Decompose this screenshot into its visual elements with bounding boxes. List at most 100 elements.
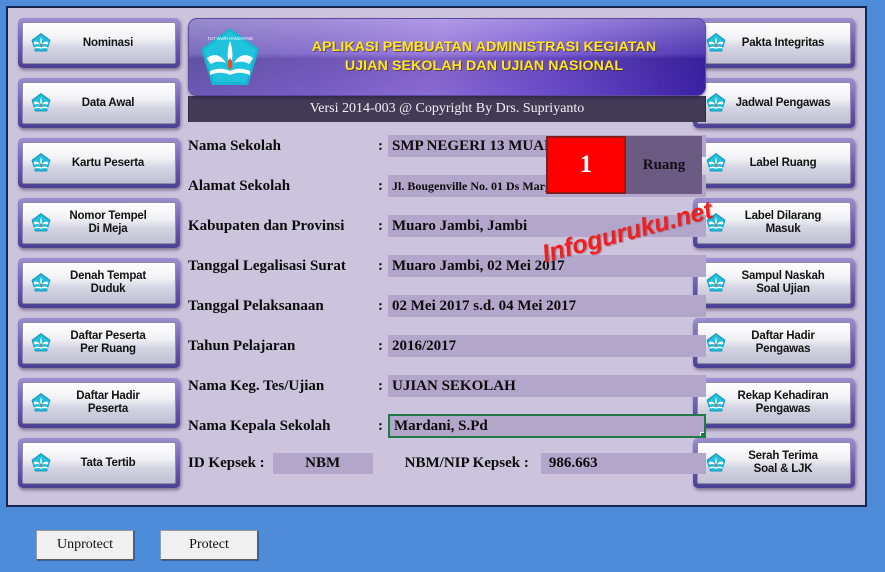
- form-row-value[interactable]: 02 Mei 2017 s.d. 04 Mei 2017: [388, 295, 706, 317]
- menu-button-face[interactable]: Nominasi: [22, 22, 176, 64]
- menu-button-left-3[interactable]: Nomor Tempel Di Meja: [18, 198, 180, 248]
- kepsek-id-row: ID Kepsek : NBM NBM/NIP Kepsek : 986.663: [188, 446, 706, 480]
- menu-button-left-5[interactable]: Daftar Peserta Per Ruang: [18, 318, 180, 368]
- form-row: Tanggal Pelaksanaan:02 Mei 2017 s.d. 04 …: [188, 286, 706, 326]
- tut-wuri-handayani-logo-icon: [30, 392, 52, 414]
- form-row: Tahun Pelajaran:2016/2017: [188, 326, 706, 366]
- school-info-form: Nama Sekolah: SMP NEGERI 13 MUARO JAMBI Al…: [188, 126, 706, 480]
- form-row-label: Tahun Pelajaran: [188, 337, 296, 354]
- app-banner: TUT WURI HANDAYANI APLIKASI PEMBUATAN AD…: [188, 18, 706, 96]
- menu-button-right-6[interactable]: Rekap Kehadiran Pengawas: [693, 378, 855, 428]
- menu-button-face[interactable]: Daftar Hadir Peserta: [22, 382, 176, 424]
- form-row-colon: :: [378, 217, 383, 234]
- tut-wuri-handayani-logo-icon: [705, 332, 727, 354]
- menu-button-face[interactable]: Label Dilarang Masuk: [697, 202, 851, 244]
- menu-button-face[interactable]: Daftar Peserta Per Ruang: [22, 322, 176, 364]
- menu-button-face[interactable]: Denah Tempat Duduk: [22, 262, 176, 304]
- menu-button-face[interactable]: Pakta Integritas: [697, 22, 851, 64]
- nbm-nip-kepsek-value[interactable]: 986.663: [540, 452, 706, 474]
- tut-wuri-handayani-logo-icon: TUT WURI HANDAYANI: [197, 25, 263, 91]
- id-kepsek-label: ID Kepsek :: [188, 454, 265, 471]
- protect-button[interactable]: Protect: [160, 530, 258, 560]
- form-row-value[interactable]: UJIAN SEKOLAH: [388, 375, 706, 397]
- menu-button-left-6[interactable]: Daftar Hadir Peserta: [18, 378, 180, 428]
- tut-wuri-handayani-logo-icon: [30, 452, 52, 474]
- menu-button-left-2[interactable]: Kartu Peserta: [18, 138, 180, 188]
- form-row-label: Tanggal Legalisasi Surat: [188, 257, 346, 274]
- form-row-value[interactable]: Muaro Jambi, Jambi: [388, 215, 706, 237]
- form-row-label: Nama Keg. Tes/Ujian: [188, 377, 325, 394]
- form-row-colon: :: [378, 177, 383, 194]
- menu-button-right-3[interactable]: Label Dilarang Masuk: [693, 198, 855, 248]
- tut-wuri-handayani-logo-icon: [30, 92, 52, 114]
- menu-button-label: Pakta Integritas: [741, 36, 825, 49]
- tut-wuri-handayani-logo-icon: [30, 332, 52, 354]
- menu-button-face[interactable]: Nomor Tempel Di Meja: [22, 202, 176, 244]
- tut-wuri-handayani-logo-icon: [705, 392, 727, 414]
- room-count-group: 1 Ruang: [546, 136, 702, 194]
- menu-button-label: Tata Tertib: [80, 456, 136, 469]
- form-row: Kabupaten dan Provinsi: Muaro Jambi, Jamb…: [188, 206, 706, 246]
- unprotect-button[interactable]: Unprotect: [36, 530, 134, 560]
- menu-button-label: Daftar Hadir Peserta: [76, 390, 140, 415]
- form-row-colon: :: [378, 297, 383, 314]
- tut-wuri-handayani-logo-icon: [705, 212, 727, 234]
- menu-button-label: Label Ruang: [749, 156, 817, 169]
- room-count-box[interactable]: 1: [546, 136, 626, 194]
- menu-button-face[interactable]: Daftar Hadir Pengawas: [697, 322, 851, 364]
- tut-wuri-handayani-logo-icon: [705, 272, 727, 294]
- right-menu-column: Pakta Integritas Jadwal Pengawas Label Rua…: [693, 18, 855, 498]
- menu-button-right-4[interactable]: Sampul Naskah Soal Ujian: [693, 258, 855, 308]
- menu-button-label: Sampul Naskah Soal Ujian: [741, 270, 825, 295]
- menu-button-face[interactable]: Kartu Peserta: [22, 142, 176, 184]
- svg-text:TUT WURI HANDAYANI: TUT WURI HANDAYANI: [207, 36, 252, 41]
- menu-button-face[interactable]: Tata Tertib: [22, 442, 176, 484]
- form-row: Nama Keg. Tes/Ujian: UJIAN SEKOLAH: [188, 366, 706, 406]
- menu-button-left-1[interactable]: Data Awal: [18, 78, 180, 128]
- version-bar: Versi 2014-003 @ Copyright By Drs. Supri…: [188, 96, 706, 122]
- menu-button-right-2[interactable]: Label Ruang: [693, 138, 855, 188]
- menu-button-label: Data Awal: [81, 96, 135, 109]
- menu-button-face[interactable]: Serah Terima Soal & LJK: [697, 442, 851, 484]
- form-row-colon: :: [378, 257, 383, 274]
- form-row-value-selected[interactable]: Mardani, S.Pd: [388, 414, 706, 438]
- menu-button-label: Kartu Peserta: [71, 156, 145, 169]
- app-title: APLIKASI PEMBUATAN ADMINISTRASI KEGIATAN…: [311, 39, 657, 74]
- menu-button-face[interactable]: Rekap Kehadiran Pengawas: [697, 382, 851, 424]
- menu-button-right-5[interactable]: Daftar Hadir Pengawas: [693, 318, 855, 368]
- application-window: Nominasi Data Awal Kartu Peserta Nomor Temp…: [0, 0, 885, 572]
- form-row-label: Nama Kepala Sekolah: [188, 417, 331, 434]
- menu-button-label: Label Dilarang Masuk: [744, 210, 822, 235]
- selection-fill-handle[interactable]: [700, 432, 704, 436]
- tut-wuri-handayani-logo-icon: [705, 152, 727, 174]
- menu-button-left-0[interactable]: Nominasi: [18, 18, 180, 68]
- form-row-label: Alamat Sekolah: [188, 177, 291, 194]
- footer-buttons: Unprotect Protect: [36, 530, 258, 560]
- menu-button-face[interactable]: Data Awal: [22, 82, 176, 124]
- menu-button-face[interactable]: Label Ruang: [697, 142, 851, 184]
- form-row-value[interactable]: 2016/2017: [388, 335, 706, 357]
- menu-button-label: Jadwal Pengawas: [735, 96, 831, 109]
- menu-button-face[interactable]: Jadwal Pengawas: [697, 82, 851, 124]
- menu-button-right-7[interactable]: Serah Terima Soal & LJK: [693, 438, 855, 488]
- tut-wuri-handayani-logo-icon: [30, 32, 52, 54]
- form-row-colon: :: [378, 337, 383, 354]
- menu-button-left-7[interactable]: Tata Tertib: [18, 438, 180, 488]
- id-kepsek-value[interactable]: NBM: [272, 452, 373, 474]
- menu-button-label: Nominasi: [82, 36, 134, 49]
- menu-button-right-1[interactable]: Jadwal Pengawas: [693, 78, 855, 128]
- form-row-colon: :: [378, 417, 383, 434]
- form-row-label: Kabupaten dan Provinsi: [188, 217, 345, 234]
- left-menu-column: Nominasi Data Awal Kartu Peserta Nomor Temp…: [18, 18, 180, 498]
- tut-wuri-handayani-logo-icon: [705, 452, 727, 474]
- tut-wuri-handayani-logo-icon: [705, 32, 727, 54]
- menu-button-label: Daftar Hadir Pengawas: [751, 330, 815, 355]
- menu-button-right-0[interactable]: Pakta Integritas: [693, 18, 855, 68]
- menu-button-left-4[interactable]: Denah Tempat Duduk: [18, 258, 180, 308]
- menu-button-face[interactable]: Sampul Naskah Soal Ujian: [697, 262, 851, 304]
- tut-wuri-handayani-logo-icon: [30, 272, 52, 294]
- tut-wuri-handayani-logo-icon: [705, 92, 727, 114]
- form-row-value[interactable]: Muaro Jambi, 02 Mei 2017: [388, 255, 706, 277]
- main-panel: Nominasi Data Awal Kartu Peserta Nomor Temp…: [6, 6, 867, 507]
- form-row: Tanggal Legalisasi Surat: Muaro Jambi, 02…: [188, 246, 706, 286]
